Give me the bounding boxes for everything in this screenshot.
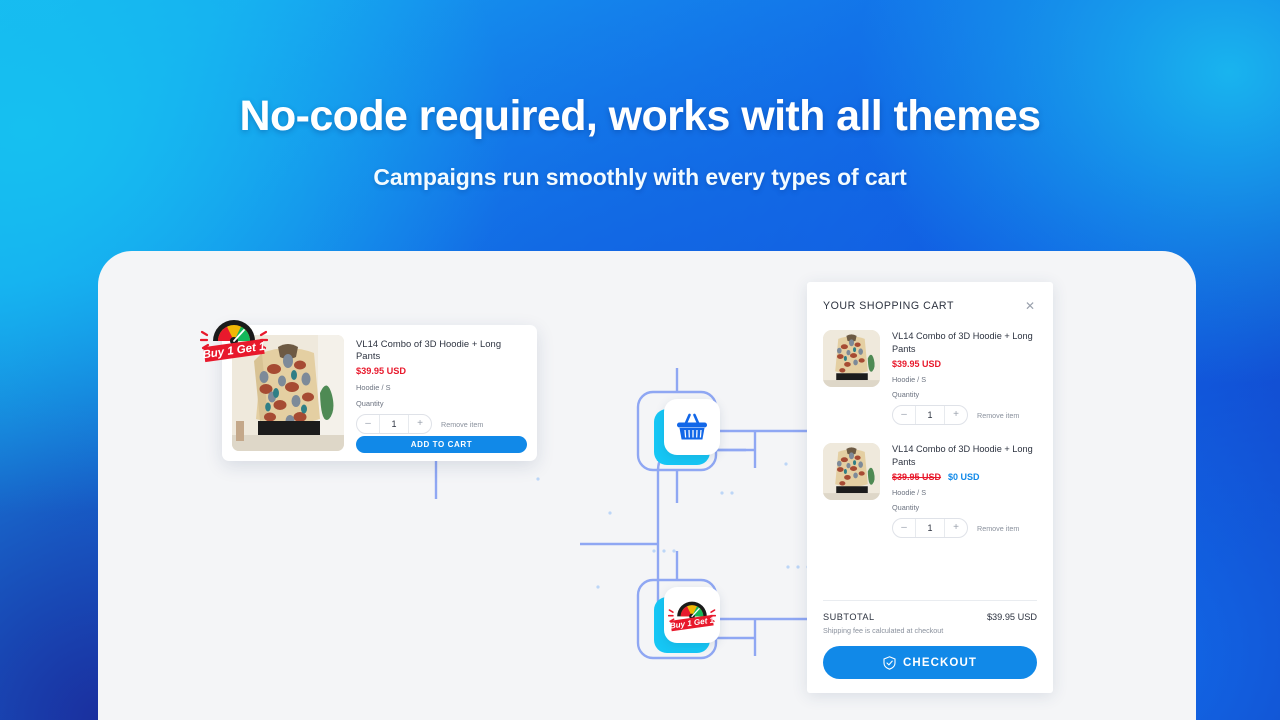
- quantity-value[interactable]: 1: [915, 406, 945, 425]
- cart-item-prices: $39.95 USD $0 USD: [892, 472, 1037, 482]
- cart-item-title: VL14 Combo of 3D Hoodie + Long Pants: [892, 331, 1033, 355]
- remove-item-link[interactable]: Remove item: [441, 420, 483, 429]
- remove-item-link[interactable]: Remove item: [977, 411, 1019, 420]
- quantity-stepper[interactable]: – 1 +: [892, 518, 968, 539]
- node-front-card: Buy 1 Get 1: [664, 587, 720, 643]
- buy-one-get-one-badge-icon: Buy 1 Get 1: [200, 320, 268, 363]
- cart-item-price: $39.95 USD: [892, 359, 942, 370]
- cart-header: YOUR SHOPPING CART ✕: [823, 282, 1037, 312]
- promo-badge: Buy 1 Get 1: [200, 313, 268, 365]
- product-title: VL14 Combo of 3D Hoodie + Long Pants: [356, 338, 502, 362]
- cart-item-title: VL14 Combo of 3D Hoodie + Long Pants: [892, 444, 1033, 468]
- node-front-card: [664, 399, 720, 455]
- product-card[interactable]: Buy 1 Get 1 VL14 Combo of 3D Hoodie + Lo…: [200, 320, 537, 461]
- checkout-button[interactable]: CHECKOUT: [823, 646, 1037, 679]
- promo-badge-node[interactable]: Buy 1 Get 1: [654, 587, 724, 657]
- patterned-hoodie-photo: [823, 443, 880, 501]
- cart-item-thumbnail: [823, 330, 880, 387]
- cart-item-quantity-row: – 1 + Remove item: [892, 518, 1037, 539]
- headings-block: No-code required, works with all themes …: [0, 92, 1280, 191]
- add-to-cart-button[interactable]: ADD TO CART: [356, 436, 527, 453]
- quantity-stepper[interactable]: – 1 +: [356, 414, 432, 435]
- cart-item-prices: $39.95 USD: [892, 359, 1037, 369]
- cart-item-original-price: $39.95 USD: [892, 472, 942, 483]
- quantity-increment-button[interactable]: +: [945, 406, 967, 424]
- cart-title: YOUR SHOPPING CART: [823, 300, 954, 312]
- quantity-increment-button[interactable]: +: [945, 519, 967, 537]
- product-quantity-label: Quantity: [356, 399, 384, 409]
- buy-one-get-one-badge-icon: Buy 1 Get 1: [668, 601, 716, 632]
- cart-item: VL14 Combo of 3D Hoodie + Long Pants $39…: [823, 443, 1037, 539]
- showcase-panel: Buy 1 Get 1 Buy 1 Get 1 VL14 Combo of 3D…: [98, 251, 1196, 720]
- cart-item-quantity-label: Quantity: [892, 390, 920, 400]
- quantity-value[interactable]: 1: [379, 415, 409, 434]
- cart-item: VL14 Combo of 3D Hoodie + Long Pants $39…: [823, 330, 1037, 426]
- close-icon[interactable]: ✕: [1023, 300, 1037, 312]
- basket-node[interactable]: [654, 399, 724, 469]
- quantity-value[interactable]: 1: [915, 519, 945, 538]
- cart-item-body: VL14 Combo of 3D Hoodie + Long Pants $39…: [892, 443, 1037, 539]
- product-price: $39.95 USD: [356, 366, 407, 377]
- subtotal-row: SUBTOTAL $39.95 USD: [823, 612, 1037, 622]
- quantity-stepper[interactable]: – 1 +: [892, 405, 968, 426]
- cart-item-variant: Hoodie / S: [892, 375, 927, 385]
- cart-item-thumbnail: [823, 443, 880, 501]
- quantity-decrement-button[interactable]: –: [893, 406, 915, 424]
- shield-check-icon: [883, 655, 896, 670]
- page-title: No-code required, works with all themes: [239, 92, 1042, 140]
- product-info: VL14 Combo of 3D Hoodie + Long Pants $39…: [356, 335, 527, 453]
- quantity-decrement-button[interactable]: –: [357, 415, 379, 433]
- shipping-note: Shipping fee is calculated at checkout: [823, 626, 944, 635]
- subtotal-value: $39.95 USD: [986, 612, 1037, 622]
- cart-item-quantity-label: Quantity: [892, 503, 920, 513]
- page-subtitle: Campaigns run smoothly with every types …: [373, 163, 907, 190]
- remove-item-link[interactable]: Remove item: [977, 524, 1019, 533]
- product-variant: Hoodie / S: [356, 383, 391, 393]
- cart-item-quantity-row: – 1 + Remove item: [892, 405, 1037, 426]
- checkout-label: CHECKOUT: [903, 656, 977, 669]
- quantity-decrement-button[interactable]: –: [893, 519, 915, 537]
- cart-item-discounted-price: $0 USD: [948, 472, 980, 483]
- cart-item-body: VL14 Combo of 3D Hoodie + Long Pants $39…: [892, 330, 1037, 426]
- product-quantity-row: – 1 + Remove item: [356, 414, 527, 435]
- cart-footer: SUBTOTAL $39.95 USD Shipping fee is calc…: [823, 600, 1037, 693]
- cart-item-list: VL14 Combo of 3D Hoodie + Long Pants $39…: [823, 330, 1037, 600]
- patterned-hoodie-photo: [823, 330, 880, 387]
- cart-item-variant: Hoodie / S: [892, 488, 927, 498]
- subtotal-label: SUBTOTAL: [823, 612, 875, 622]
- quantity-increment-button[interactable]: +: [409, 415, 431, 433]
- shopping-cart-drawer: YOUR SHOPPING CART ✕ VL14 Combo of 3D Ho…: [807, 282, 1053, 693]
- promo-banner: No-code required, works with all themes …: [0, 0, 1280, 720]
- shopping-basket-icon: [677, 413, 707, 440]
